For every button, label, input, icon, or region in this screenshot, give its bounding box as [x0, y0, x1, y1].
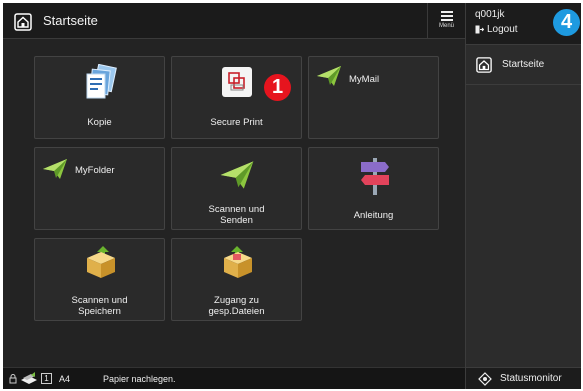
tile-label: Kopie [87, 117, 112, 128]
logout-icon [475, 25, 484, 34]
sidebar-item-startseite[interactable]: Startseite [466, 45, 581, 85]
tile-scannen-speichern[interactable]: Scannen und Speichern [34, 238, 165, 321]
logout-button[interactable]: Logout [475, 24, 518, 35]
paper-size: A4 [59, 374, 71, 384]
secure-print-icon [222, 67, 252, 97]
device-screen: Startseite Menü Kopie 1 Secure Print MyM… [3, 3, 581, 389]
storage-box-icon [224, 246, 252, 278]
paper-plane-icon [220, 161, 254, 189]
hamburger-icon [440, 11, 453, 21]
tile-label: MyMail [349, 74, 380, 85]
tile-label: Secure Print [210, 117, 263, 128]
tile-zugang-dateien[interactable]: Zugang zu gesp.Dateien [171, 238, 302, 321]
tile-kopie[interactable]: Kopie [34, 56, 165, 139]
home-icon [476, 56, 492, 73]
copy-icon [86, 64, 117, 99]
lock-icon [9, 374, 17, 384]
storage-box-icon [87, 246, 115, 278]
menu-button[interactable]: Menü [427, 3, 465, 39]
tile-label: Anleitung [353, 210, 394, 221]
user-area: q001jk Logout 4 [466, 3, 581, 45]
tile-scannen-senden[interactable]: Scannen und Senden [171, 147, 302, 230]
tile-secure-print[interactable]: 1 Secure Print [171, 56, 302, 139]
tray-number: 1 [41, 373, 52, 384]
tile-label-line1: Zugang zu [214, 295, 259, 306]
tile-label-line2: gesp.Dateien [208, 306, 265, 317]
home-icon[interactable] [11, 10, 35, 34]
tile-label-line2: Speichern [78, 306, 121, 317]
user-name: q001jk [475, 9, 505, 20]
sidebar-item-label: Startseite [502, 59, 545, 70]
tile-label-line2: Senden [220, 215, 253, 226]
paper-tray-icon[interactable] [20, 372, 38, 386]
status-message: Papier nachlegen. [103, 374, 176, 384]
tile-myfolder[interactable]: MyFolder [34, 147, 165, 230]
menu-label: Menü [438, 23, 454, 29]
tile-anleitung[interactable]: Anleitung [308, 147, 439, 230]
signpost-icon [361, 158, 389, 195]
page-title: Startseite [43, 13, 98, 28]
tile-label-line1: Scannen und [71, 295, 128, 306]
right-panel: q001jk Logout 4 Startseite Statusmonitor [465, 3, 581, 389]
paper-plane-icon [43, 159, 67, 179]
tile-label-line1: Scannen und [208, 204, 265, 215]
top-bar: Startseite Menü [3, 3, 465, 39]
paper-plane-icon [317, 66, 341, 86]
status-monitor-label: Statusmonitor [500, 373, 562, 384]
tile-mymail[interactable]: MyMail [308, 56, 439, 139]
status-monitor-button[interactable]: Statusmonitor [466, 367, 581, 389]
status-bar: 1 A4 Papier nachlegen. [3, 367, 465, 389]
tile-label: MyFolder [75, 165, 115, 176]
logout-label: Logout [487, 24, 518, 35]
callout-badge-4: 4 [553, 9, 580, 36]
callout-badge-1: 1 [264, 74, 291, 101]
status-monitor-icon [478, 371, 492, 386]
